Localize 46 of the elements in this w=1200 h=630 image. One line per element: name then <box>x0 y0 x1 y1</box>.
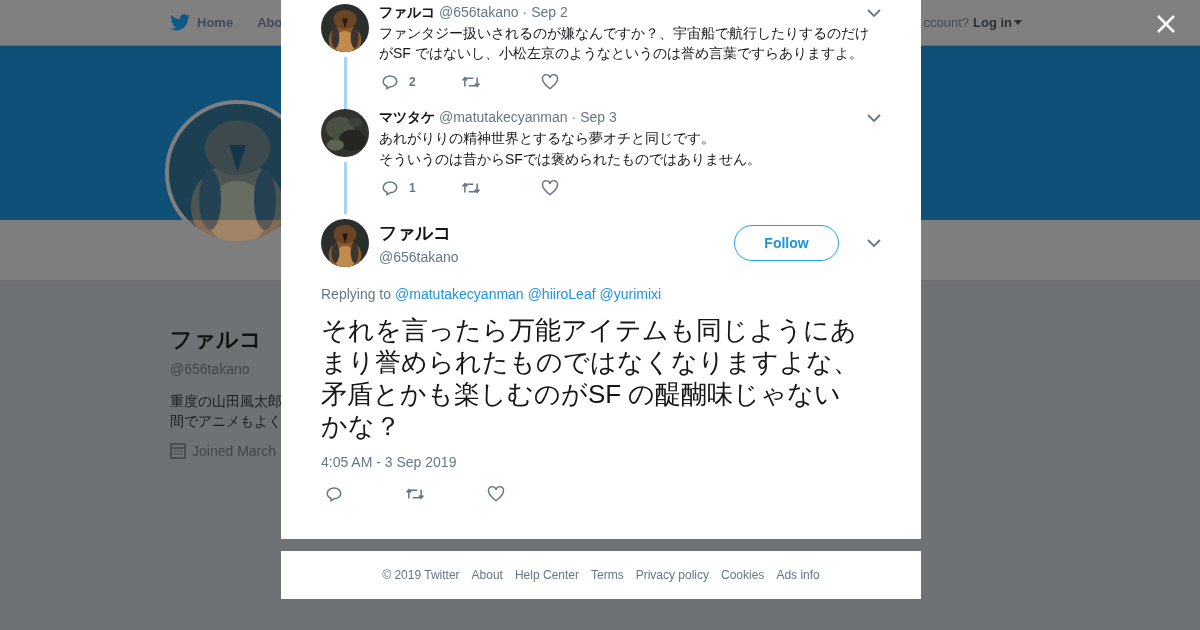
nav-link[interactable]: Abo <box>257 15 283 30</box>
nav-link[interactable]: Home <box>197 15 234 30</box>
author-handle: @matutakecyanman <box>439 109 568 125</box>
reply-icon[interactable] <box>381 179 399 197</box>
follow-button[interactable]: Follow <box>734 225 839 261</box>
tweet-date: · Sep 3 <box>571 109 617 125</box>
profile-bio: 間でアニメもよく <box>170 412 282 431</box>
profile-name: ファルコ <box>170 326 262 354</box>
calendar-icon <box>170 443 186 459</box>
author-name: ファルコ <box>379 222 452 245</box>
tweet-text: そういうのは昔からSFでは褒められたものではありません。 <box>379 150 762 169</box>
tweet-text: ファンタジー扱いされるのが嫌なんですか？、宇宙船で航行したりするのだけがSF ではないし、小松左京のようなというのは誉め言葉ですらありますよ。 <box>379 24 870 63</box>
mention-link[interactable]: @yurimixi <box>599 286 662 302</box>
author-name: ファルコ <box>379 4 435 22</box>
reply-icon[interactable] <box>325 485 343 503</box>
reply-count: 2 <box>409 75 416 89</box>
login-link[interactable]: Log in <box>973 15 1022 30</box>
chevron-icon[interactable] <box>867 238 881 248</box>
tweet-text: あれがりりの精神世界とするなら夢オチと同じです。 <box>379 129 716 148</box>
heart-icon[interactable] <box>487 485 505 503</box>
tweet-date: · Sep 2 <box>522 4 568 20</box>
author-handle: @656takano <box>379 249 459 265</box>
reply-count: 1 <box>409 181 416 195</box>
tweet-text: それを言ったら万能アイテムも同じようにあまり誉められたものではなくなりますよな、矛盾とかも楽しむのがSF の醍醐味じゃないかな？ <box>321 314 860 442</box>
footer-link[interactable]: Cookies <box>721 568 765 582</box>
heart-icon[interactable] <box>541 179 559 197</box>
footer-link[interactable]: Privacy policy <box>635 568 709 582</box>
copyright-text: © 2019 Twitter <box>382 568 460 582</box>
replying-label: Replying to <box>321 286 392 302</box>
mention-link[interactable]: @matutakecyanman <box>395 286 524 302</box>
footer-link[interactable]: Help Center <box>514 568 579 582</box>
profile-bio: 重度の山田風太郎 <box>170 392 282 411</box>
footer-link[interactable]: About <box>471 568 503 582</box>
chevron-icon[interactable] <box>867 8 881 18</box>
bird-icon <box>170 14 190 31</box>
mention-link[interactable]: @hiiroLeaf <box>527 286 596 302</box>
footer-link[interactable]: Terms <box>591 568 624 582</box>
caret-icon <box>1014 20 1022 25</box>
tweet-timestamp: 4:05 AM - 3 Sep 2019 <box>321 454 458 470</box>
chevron-icon[interactable] <box>867 113 881 123</box>
author-handle: @656takano <box>439 4 519 20</box>
login-prompt: ccount? <box>923 15 969 30</box>
heart-icon[interactable] <box>541 73 559 91</box>
author-name: マツタケ <box>379 109 435 127</box>
footer-link[interactable]: Ads info <box>776 568 820 582</box>
reply-icon[interactable] <box>381 73 399 91</box>
